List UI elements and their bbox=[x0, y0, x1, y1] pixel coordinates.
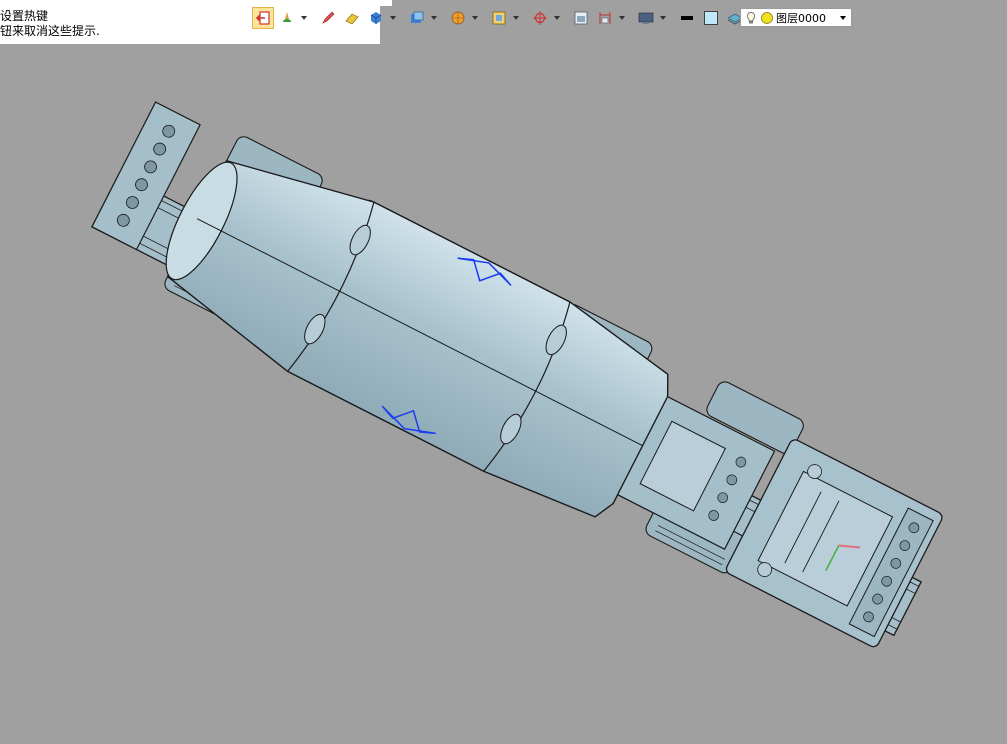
display-mode-icon bbox=[638, 12, 654, 24]
eraser-button[interactable] bbox=[341, 7, 363, 29]
paint-tool-button[interactable] bbox=[276, 7, 298, 29]
layer-color-icon[interactable] bbox=[760, 11, 774, 25]
paint-tool-icon bbox=[283, 12, 291, 22]
line-color-icon bbox=[681, 16, 693, 20]
view-cube-icon bbox=[411, 11, 424, 23]
exit-tool-icon bbox=[255, 11, 270, 25]
snap-target-icon bbox=[533, 11, 547, 25]
display-mode-dropdown[interactable] bbox=[659, 7, 666, 29]
view-cube-dropdown[interactable] bbox=[430, 7, 437, 29]
model-viewport[interactable] bbox=[0, 44, 1007, 744]
eraser-icon bbox=[345, 13, 359, 25]
view-cube-button[interactable] bbox=[406, 7, 428, 29]
paint-tool-dropdown[interactable] bbox=[300, 7, 307, 29]
layer-select[interactable]: 图层0000 bbox=[740, 8, 852, 27]
mixer-truck-model bbox=[91, 101, 943, 648]
section-view-icon bbox=[574, 11, 588, 25]
dimension-button[interactable] bbox=[594, 7, 616, 29]
fill-color-icon bbox=[704, 11, 718, 25]
dimension-dropdown[interactable] bbox=[618, 7, 625, 29]
pencil-icon bbox=[322, 11, 335, 24]
lightbulb-icon[interactable] bbox=[744, 11, 758, 25]
fill-color-button[interactable] bbox=[700, 7, 722, 29]
frame-select-button[interactable] bbox=[488, 7, 510, 29]
exit-tool-button[interactable] bbox=[252, 7, 274, 29]
render-sphere-dropdown[interactable] bbox=[471, 7, 478, 29]
section-view-button[interactable] bbox=[570, 7, 592, 29]
render-sphere-button[interactable] bbox=[447, 7, 469, 29]
render-sphere-icon bbox=[451, 11, 465, 25]
layer-dropdown-arrow[interactable] bbox=[835, 16, 851, 20]
frame-select-dropdown[interactable] bbox=[512, 7, 519, 29]
solid-box-icon bbox=[370, 12, 382, 24]
frame-select-icon bbox=[492, 11, 506, 25]
solid-box-dropdown[interactable] bbox=[389, 7, 396, 29]
solid-box-button[interactable] bbox=[365, 7, 387, 29]
dimension-icon bbox=[599, 12, 611, 24]
pencil-button[interactable] bbox=[317, 7, 339, 29]
toolbar bbox=[252, 6, 755, 30]
snap-target-button[interactable] bbox=[529, 7, 551, 29]
snap-target-dropdown[interactable] bbox=[553, 7, 560, 29]
layer-name: 图层0000 bbox=[776, 11, 826, 25]
line-color-button[interactable] bbox=[676, 7, 698, 29]
display-mode-button[interactable] bbox=[635, 7, 657, 29]
